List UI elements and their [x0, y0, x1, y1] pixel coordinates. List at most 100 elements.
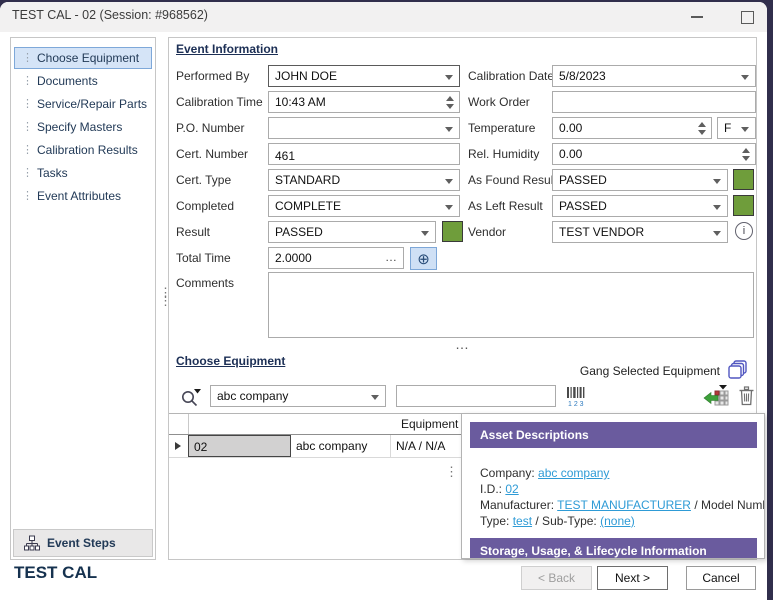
- add-time-button[interactable]: ⊕: [410, 247, 437, 270]
- po-number-label: P.O. Number: [176, 121, 244, 135]
- cancel-button[interactable]: Cancel: [686, 566, 756, 590]
- as-found-result-combo[interactable]: PASSED: [552, 169, 728, 191]
- temperature-unit-value: F: [724, 121, 731, 135]
- barcode-scan-button[interactable]: 1 2 3: [565, 386, 587, 407]
- po-number-combo[interactable]: [268, 117, 460, 139]
- dropdown-arrow-icon[interactable]: [445, 127, 453, 132]
- calibration-time-spinedit[interactable]: 10:43 AM: [268, 91, 460, 113]
- dropdown-arrow-icon[interactable]: [713, 179, 721, 184]
- rel-humidity-label: Rel. Humidity: [468, 147, 539, 161]
- result-label: Result: [176, 225, 210, 239]
- equipment-search-combo[interactable]: abc company: [210, 385, 386, 407]
- gang-equipment-button[interactable]: [727, 360, 748, 380]
- asset-manufacturer-line: Manufacturer: TEST MANUFACTURER / Model …: [480, 498, 765, 512]
- window-title: TEST CAL - 02 (Session: #968562): [12, 8, 208, 22]
- work-order-input[interactable]: [552, 91, 756, 113]
- wizard-title: TEST CAL: [14, 563, 97, 583]
- cert-number-label: Cert. Number: [176, 147, 248, 161]
- sidebar-item-tasks[interactable]: ⋮Tasks: [14, 162, 152, 184]
- completed-label: Completed: [176, 199, 234, 213]
- dropdown-arrow-icon[interactable]: [445, 179, 453, 184]
- search-icon: [180, 387, 202, 408]
- sidebar-item-specify-masters[interactable]: ⋮Specify Masters: [14, 116, 152, 138]
- delete-button[interactable]: [738, 386, 755, 406]
- temperature-unit-combo[interactable]: F: [717, 117, 756, 139]
- vendor-combo[interactable]: TEST VENDOR: [552, 221, 728, 243]
- dropdown-arrow-icon[interactable]: [371, 395, 379, 400]
- vendor-info-button[interactable]: i: [735, 222, 753, 240]
- ellipsis-button[interactable]: …: [385, 250, 398, 264]
- sidebar-item-service-repair-parts[interactable]: ⋮Service/Repair Parts: [14, 93, 152, 115]
- cert-number-input[interactable]: [268, 143, 460, 165]
- dropdown-arrow-icon[interactable]: [445, 205, 453, 210]
- minimize-button[interactable]: [680, 2, 714, 32]
- sidebar-item-label: Calibration Results: [37, 143, 138, 157]
- maximize-button[interactable]: [730, 2, 764, 32]
- popup-splitter-handle[interactable]: ⋮: [445, 468, 458, 476]
- company-link[interactable]: abc company: [538, 466, 609, 480]
- equipment-company-cell[interactable]: abc company: [291, 435, 391, 457]
- type-link[interactable]: test: [513, 514, 532, 528]
- sidebar-item-label: Tasks: [37, 166, 68, 180]
- svg-text:1 2 3: 1 2 3: [568, 401, 584, 407]
- sidebar-item-label: Choose Equipment: [37, 51, 139, 65]
- event-steps-button[interactable]: Event Steps: [13, 529, 153, 557]
- completed-combo[interactable]: COMPLETE: [268, 195, 460, 217]
- subtype-link[interactable]: (none): [600, 514, 635, 528]
- spin-down-icon[interactable]: [742, 156, 750, 161]
- spin-up-icon[interactable]: [698, 122, 706, 127]
- result-value: PASSED: [275, 225, 323, 239]
- spin-down-icon[interactable]: [698, 130, 706, 135]
- total-time-field[interactable]: 2.0000 …: [268, 247, 404, 269]
- total-time-value: 2.0000: [275, 251, 312, 265]
- sidebar-item-documents[interactable]: ⋮Documents: [14, 70, 152, 92]
- spin-up-icon[interactable]: [446, 96, 454, 101]
- dropdown-arrow-icon[interactable]: [445, 75, 453, 80]
- manufacturer-link[interactable]: TEST MANUFACTURER: [557, 498, 691, 512]
- event-information-title: Event Information: [176, 42, 278, 56]
- rel-humidity-spinedit[interactable]: 0.00: [552, 143, 756, 165]
- performed-by-combo[interactable]: JOHN DOE: [268, 65, 460, 87]
- grid-header-separator: [188, 414, 189, 434]
- work-order-label: Work Order: [468, 95, 530, 109]
- dropdown-arrow-icon[interactable]: [713, 205, 721, 210]
- equipment-search-input[interactable]: [396, 385, 556, 407]
- vendor-value: TEST VENDOR: [559, 225, 644, 239]
- as-left-result-combo[interactable]: PASSED: [552, 195, 728, 217]
- spin-up-icon[interactable]: [742, 148, 750, 153]
- equipment-id-cell[interactable]: 02: [188, 435, 291, 457]
- company-label: Company:: [480, 466, 535, 480]
- rel-humidity-value: 0.00: [559, 147, 582, 161]
- as-found-result-label: As Found Result: [468, 173, 557, 187]
- minimize-icon: [691, 16, 703, 18]
- id-link[interactable]: 02: [505, 482, 518, 496]
- row-marker-icon: [175, 442, 181, 450]
- dropdown-arrow-icon[interactable]: [741, 127, 749, 132]
- grip-icon: ⋮: [22, 141, 33, 159]
- dropdown-arrow-icon[interactable]: [741, 75, 749, 80]
- search-mode-button[interactable]: [180, 387, 202, 408]
- next-button[interactable]: Next >: [597, 566, 668, 590]
- dropdown-arrow-icon[interactable]: [421, 231, 429, 236]
- comments-textarea[interactable]: [268, 272, 754, 338]
- add-to-grid-button[interactable]: [703, 384, 729, 407]
- plus-circle-icon: ⊕: [417, 250, 430, 268]
- temperature-spinedit[interactable]: 0.00: [552, 117, 712, 139]
- sidebar-item-event-attributes[interactable]: ⋮Event Attributes: [14, 185, 152, 207]
- dropdown-arrow-icon[interactable]: [713, 231, 721, 236]
- layers-icon: [727, 360, 748, 380]
- as-found-result-value: PASSED: [559, 173, 607, 187]
- back-button[interactable]: < Back: [521, 566, 592, 590]
- sidebar-item-label: Service/Repair Parts: [37, 97, 147, 111]
- grip-icon: ⋮: [22, 187, 33, 205]
- result-combo[interactable]: PASSED: [268, 221, 436, 243]
- asset-id-line: I.D.: 02: [480, 482, 519, 496]
- sidebar-item-calibration-results[interactable]: ⋮ Calibration Results: [14, 139, 152, 161]
- sidebar-item-choose-equipment[interactable]: ⋮Choose Equipment: [14, 47, 152, 69]
- section-splitter-handle[interactable]: …: [455, 336, 470, 352]
- org-chart-icon: [24, 535, 40, 551]
- as-found-status-swatch: [733, 169, 754, 190]
- spin-down-icon[interactable]: [446, 104, 454, 109]
- cert-type-combo[interactable]: STANDARD: [268, 169, 460, 191]
- calibration-date-combo[interactable]: 5/8/2023: [552, 65, 756, 87]
